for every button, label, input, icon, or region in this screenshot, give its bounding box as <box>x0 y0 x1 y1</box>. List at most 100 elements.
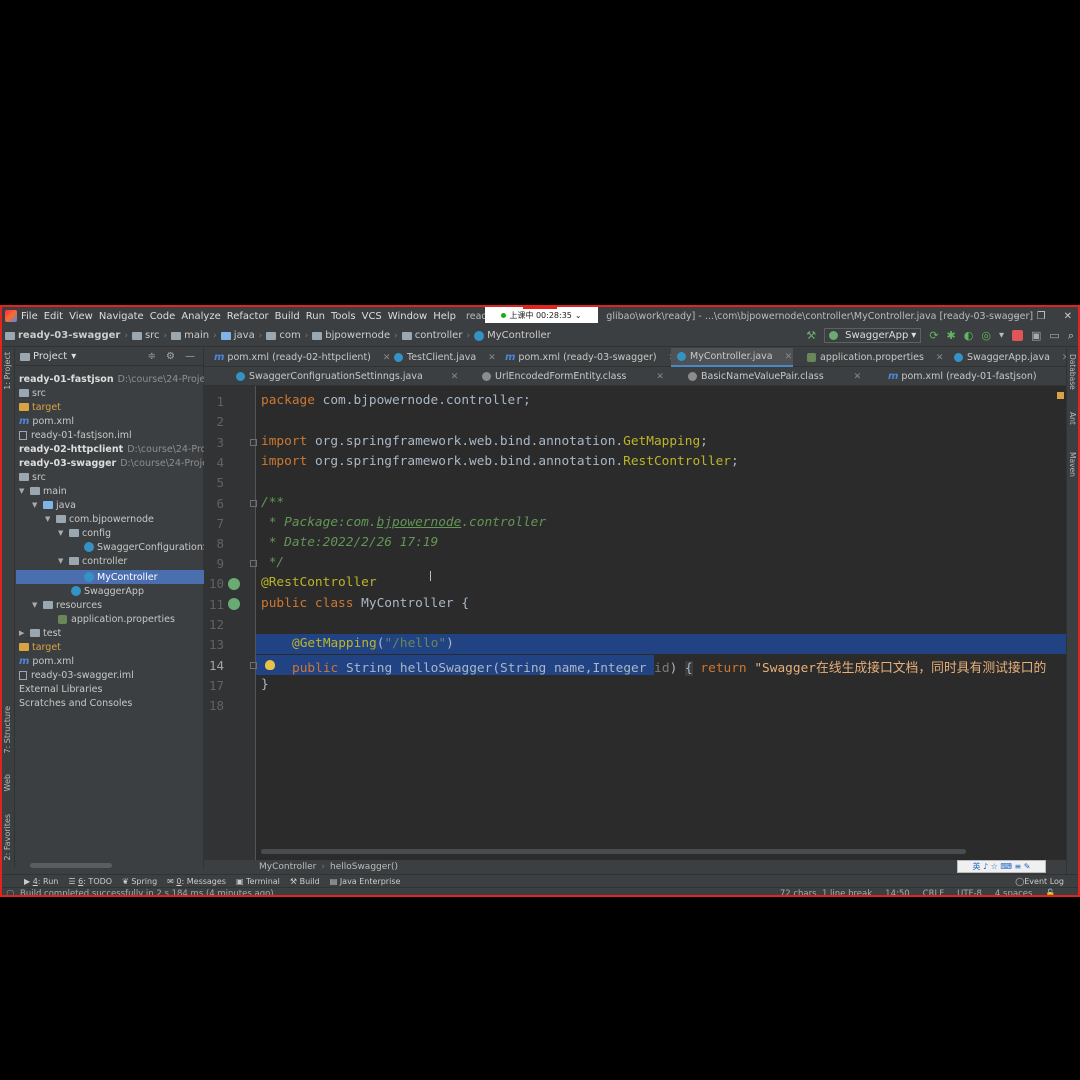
tree-item-ready-03-swagger[interactable]: ready-03-swagger D:\course\24-Project\0 <box>19 456 226 470</box>
tree-item-scratches[interactable]: Scratches and Consoles <box>19 696 132 710</box>
tool-todo[interactable]: ☰ 6: TODO <box>68 877 112 886</box>
fold-marker-icon[interactable] <box>250 439 257 446</box>
more-run-icon[interactable]: ▾ <box>999 330 1004 341</box>
tree-item-ready-01-fastjson[interactable]: ready-01-fastjson D:\course\24-Project\0 <box>19 372 224 386</box>
build-hammer-icon[interactable]: ⚒ <box>806 329 816 342</box>
hide-panel-icon[interactable]: — <box>185 351 195 362</box>
crumb-method[interactable]: helloSwagger() <box>330 862 398 872</box>
tab-testclient[interactable]: TestClient.java ✕ <box>388 348 496 367</box>
tool-run[interactable]: ▶ 4: Run <box>24 877 58 886</box>
fold-marker-icon[interactable] <box>250 560 257 567</box>
gear-icon[interactable]: ⚙ <box>166 351 175 362</box>
tree-item-src[interactable]: src <box>19 386 46 400</box>
menu-analyze[interactable]: Analyze <box>181 311 220 322</box>
inspection-warning-marker[interactable] <box>1057 392 1064 399</box>
line-separator[interactable]: CRLF <box>923 889 944 895</box>
tool-tab-maven[interactable]: Maven <box>1068 452 1077 477</box>
crumb-main[interactable]: main › <box>171 330 221 341</box>
dropdown-arrow-icon[interactable]: ▾ <box>71 351 76 362</box>
menu-run[interactable]: Run <box>306 311 325 322</box>
tree-item-iml[interactable]: ready-03-swagger.iml <box>19 668 134 682</box>
menu-edit[interactable]: Edit <box>44 311 63 322</box>
spring-bean-icon[interactable] <box>228 598 240 610</box>
tool-terminal[interactable]: ▣ Terminal <box>236 877 280 886</box>
project-view-select[interactable]: Project <box>33 351 67 362</box>
lightbulb-icon[interactable] <box>265 660 275 670</box>
tree-item-package[interactable]: ▼ com.bjpowernode <box>45 512 154 526</box>
input-method-bar[interactable]: 英 ♪ ☆ ⌨ ≡ ✎ <box>957 860 1046 873</box>
profile-icon[interactable]: ◎ <box>981 329 991 342</box>
tree-item-resources[interactable]: ▼ resources <box>32 598 102 612</box>
status-message[interactable]: Build completed successfully in 2 s 184 … <box>20 889 274 896</box>
search-icon[interactable]: ⌕ <box>1068 329 1074 343</box>
code-editor[interactable]: 1 2 3 4 5 6 7 8 9 10 11 12 13 14 17 18 p… <box>204 386 1066 860</box>
tool-tab-structure[interactable]: 7: Structure <box>3 706 12 754</box>
tool-java-enterprise[interactable]: ▤ Java Enterprise <box>330 877 401 886</box>
run-configuration-select[interactable]: SwaggerApp ▾ <box>824 328 922 343</box>
indent-setting[interactable]: 4 spaces <box>995 889 1032 895</box>
menu-help[interactable]: Help <box>433 311 456 322</box>
file-encoding[interactable]: UTF-8 <box>957 889 982 895</box>
tab-pom-httpclient[interactable]: m pom.xml (ready-02-httpclient) ✕ <box>208 348 390 367</box>
tree-item-test[interactable]: ▶ test <box>19 626 61 640</box>
tree-item-target[interactable]: target <box>19 640 61 654</box>
menu-tools[interactable]: Tools <box>331 311 356 322</box>
tree-item-java[interactable]: ▼ java <box>32 498 76 512</box>
tool-tab-database[interactable]: Database <box>1068 354 1077 390</box>
tab-swaggerapp[interactable]: SwaggerApp.java✕ <box>948 348 1069 367</box>
menu-window[interactable]: Window <box>388 311 427 322</box>
tree-item-ready-02-httpclient[interactable]: ready-02-httpclient D:\course\24-Project\ <box>19 442 227 456</box>
project-scrollbar[interactable] <box>30 863 112 868</box>
project-structure-icon[interactable]: ▣ <box>1031 329 1041 342</box>
tree-item-src[interactable]: src <box>19 470 46 484</box>
crumb-src[interactable]: src › <box>131 330 171 341</box>
menu-build[interactable]: Build <box>275 311 300 322</box>
tool-tab-favorites[interactable]: 2: Favorites <box>3 814 12 860</box>
restore-button[interactable]: ❐ <box>1037 311 1046 322</box>
stop-icon[interactable] <box>1012 330 1024 341</box>
tool-spring[interactable]: ❦ Spring <box>122 877 157 886</box>
rerun-icon[interactable]: ⟳ <box>929 329 938 342</box>
tool-tab-project[interactable]: 1: Project <box>3 352 12 390</box>
menu-file[interactable]: File <box>21 311 38 322</box>
tree-item-pom[interactable]: m pom.xml <box>19 414 74 428</box>
fold-marker-icon[interactable] <box>250 500 257 507</box>
minimize-button[interactable]: – <box>1014 311 1019 322</box>
tree-item-iml[interactable]: ready-01-fastjson.iml <box>19 428 132 442</box>
collapse-all-icon[interactable]: ≑ <box>148 351 156 362</box>
tab-basicnamevaluepair[interactable]: BasicNameValuePair.class ✕ <box>682 367 861 386</box>
crumb-project[interactable]: ready-03-swagger › <box>5 330 132 341</box>
tool-build[interactable]: ⚒ Build <box>290 877 320 886</box>
tree-item-swagger-config[interactable]: SwaggerConfigurationSe <box>84 540 215 554</box>
tool-messages[interactable]: ✉ 0: Messages <box>167 877 226 886</box>
tab-application-properties[interactable]: application.properties ✕ <box>801 348 943 367</box>
tool-tab-web[interactable]: Web <box>3 774 12 791</box>
crumb-mycontroller[interactable]: MyController <box>474 330 551 341</box>
tab-pom-fastjson[interactable]: mpom.xml (ready-01-fastjson)✕ <box>882 367 1078 386</box>
tree-item-mycontroller[interactable]: MyController <box>84 570 158 584</box>
tree-item-config[interactable]: ▼ config <box>58 526 111 540</box>
tab-swagger-config-settings[interactable]: SwaggerConfigruationSettinngs.java ✕ <box>230 367 458 386</box>
tree-item-target[interactable]: target <box>19 400 61 414</box>
crumb-java[interactable]: java › <box>220 330 267 341</box>
crumb-class[interactable]: MyController <box>259 862 316 872</box>
tree-item-swaggerapp[interactable]: SwaggerApp <box>71 584 144 598</box>
menu-refactor[interactable]: Refactor <box>227 311 269 322</box>
tab-urlencoded[interactable]: UrlEncodedFormEntity.class ✕ <box>476 367 664 386</box>
tree-item-pom[interactable]: m pom.xml <box>19 654 74 668</box>
menu-vcs[interactable]: VCS <box>362 311 382 322</box>
menu-view[interactable]: View <box>69 311 93 322</box>
tab-pom-swagger[interactable]: mpom.xml (ready-03-swagger)✕ <box>499 348 676 367</box>
lock-icon[interactable]: 🔓 <box>1045 889 1056 895</box>
layout-icon[interactable]: ▭ <box>1049 329 1059 342</box>
coverage-icon[interactable]: ◐ <box>964 329 974 342</box>
editor-horizontal-scrollbar[interactable] <box>261 849 966 854</box>
status-panel-icon[interactable]: ▢ <box>6 889 14 896</box>
tree-item-controller[interactable]: ▼ controller <box>58 554 127 568</box>
debug-bug-icon[interactable]: ✱ <box>947 329 956 342</box>
spring-bean-icon[interactable] <box>228 578 240 590</box>
tree-item-application-properties[interactable]: application.properties <box>58 612 175 626</box>
crumb-controller[interactable]: controller › <box>401 330 474 341</box>
crumb-com[interactable]: com › <box>266 330 312 341</box>
tool-tab-ant[interactable]: Ant <box>1068 412 1077 425</box>
